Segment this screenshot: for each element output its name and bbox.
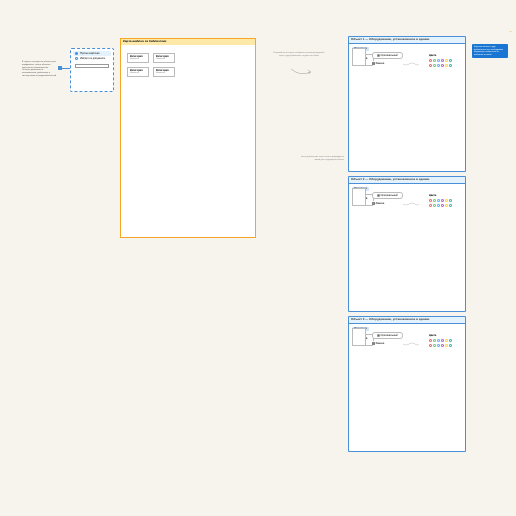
object-title: Объект 1 — Оборудование, установленное в… xyxy=(349,37,465,44)
square-icon xyxy=(372,202,375,205)
template-card[interactable]: КатегорияНазвание xyxy=(153,67,175,77)
main-template-panel: Карта-шаблон из библиотеки КатегорияНазв… xyxy=(120,38,256,238)
radio-label: Импорт из документа xyxy=(80,57,105,60)
arrow-icon xyxy=(290,68,312,80)
text-input[interactable] xyxy=(75,64,109,68)
color-swatches[interactable] xyxy=(429,339,452,342)
color-swatches[interactable] xyxy=(429,204,452,207)
corner-mark: — xyxy=(509,30,512,34)
side-annotation: после добавления такого блока, формирует… xyxy=(300,156,344,161)
colors-label: Цвета xyxy=(429,194,436,197)
colors-label: Цвета xyxy=(429,54,436,57)
replace-button[interactable]: Замена xyxy=(372,341,403,346)
object-panel-3: Объект 3 — Оборудование, установленное в… xyxy=(348,316,466,452)
template-card[interactable]: КатегорияНазвание xyxy=(127,53,149,63)
square-icon xyxy=(372,342,375,345)
radio-label: Пустые карточки xyxy=(80,52,99,55)
left-description: В случае, если данные объекты уже оцифро… xyxy=(22,61,57,78)
template-card[interactable]: КатегорияНазвание xyxy=(127,67,149,77)
colors-label: Цвета xyxy=(429,334,436,337)
dot-icon xyxy=(377,54,380,57)
dot-icon xyxy=(377,194,380,197)
color-swatches[interactable] xyxy=(429,59,452,62)
replace-button[interactable]: Замена xyxy=(372,61,403,66)
radio-dot-icon xyxy=(75,57,78,60)
color-swatches[interactable] xyxy=(429,344,452,347)
original-button[interactable]: Оригинальный xyxy=(372,332,403,339)
dot-icon xyxy=(377,334,380,337)
original-button[interactable]: Оригинальный xyxy=(372,192,403,199)
preview-card[interactable] xyxy=(352,188,366,206)
object-title: Объект 2 — Оборудование, установленное в… xyxy=(349,177,465,184)
main-panel-title: Карта-шаблон из библиотеки xyxy=(121,39,255,45)
preview-card[interactable] xyxy=(352,328,366,346)
object-panel-2: Объект 2 — Оборудование, установленное в… xyxy=(348,176,466,312)
radio-dot-icon xyxy=(75,52,78,55)
object-title: Объект 3 — Оборудование, установленное в… xyxy=(349,317,465,324)
square-icon xyxy=(372,62,375,65)
replace-button[interactable]: Замена xyxy=(372,201,403,206)
right-annotation: Карточка объекта, куда добавляются все н… xyxy=(472,44,508,58)
template-card[interactable]: КатегорияНазвание xyxy=(153,53,175,63)
color-swatches[interactable] xyxy=(429,199,452,202)
selector-panel: Пустые карточки Импорт из документа xyxy=(70,48,114,92)
object-panel-1: Объект 1 — Оборудование, установленное в… xyxy=(348,36,466,172)
middle-annotation: В правой части экрана собирается итоговы… xyxy=(272,52,326,57)
original-button[interactable]: Оригинальный xyxy=(372,52,403,59)
connector-line xyxy=(62,68,70,69)
preview-card[interactable] xyxy=(352,48,366,66)
color-swatches[interactable] xyxy=(429,64,452,67)
radio-option-import[interactable]: Импорт из документа xyxy=(73,56,111,61)
